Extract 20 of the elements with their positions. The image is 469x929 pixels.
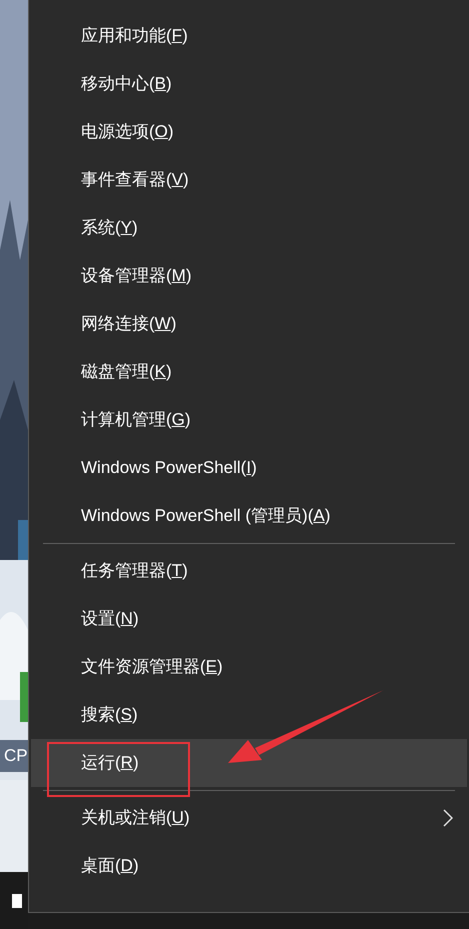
menu-item[interactable]: 设备管理器(M) xyxy=(31,252,467,300)
menu-item[interactable]: 文件资源管理器(E) xyxy=(31,643,467,691)
start-icon[interactable] xyxy=(12,894,22,908)
menu-item[interactable]: 桌面(D) xyxy=(31,842,467,890)
desktop-icon-label: CP xyxy=(4,745,28,767)
menu-item[interactable]: 任务管理器(T) xyxy=(31,547,467,595)
menu-item[interactable]: 搜索(S) xyxy=(31,691,467,739)
menu-item[interactable]: 电源选项(O) xyxy=(31,108,467,156)
menu-item[interactable]: 设置(N) xyxy=(31,595,467,643)
menu-item[interactable]: 磁盘管理(K) xyxy=(31,348,467,396)
menu-item[interactable]: 应用和功能(F) xyxy=(31,12,467,60)
menu-item[interactable]: Windows PowerShell(I) xyxy=(31,444,467,492)
menu-item[interactable]: 事件查看器(V) xyxy=(31,156,467,204)
menu-item[interactable]: 网络连接(W) xyxy=(31,300,467,348)
menu-item[interactable]: 关机或注销(U) xyxy=(31,794,467,842)
menu-item[interactable]: 移动中心(B) xyxy=(31,60,467,108)
menu-item[interactable]: 计算机管理(G) xyxy=(31,396,467,444)
menu-item[interactable]: 系统(Y) xyxy=(31,204,467,252)
menu-item[interactable]: 运行(R) xyxy=(31,739,467,787)
menu-item[interactable]: Windows PowerShell (管理员)(A) xyxy=(31,492,467,540)
